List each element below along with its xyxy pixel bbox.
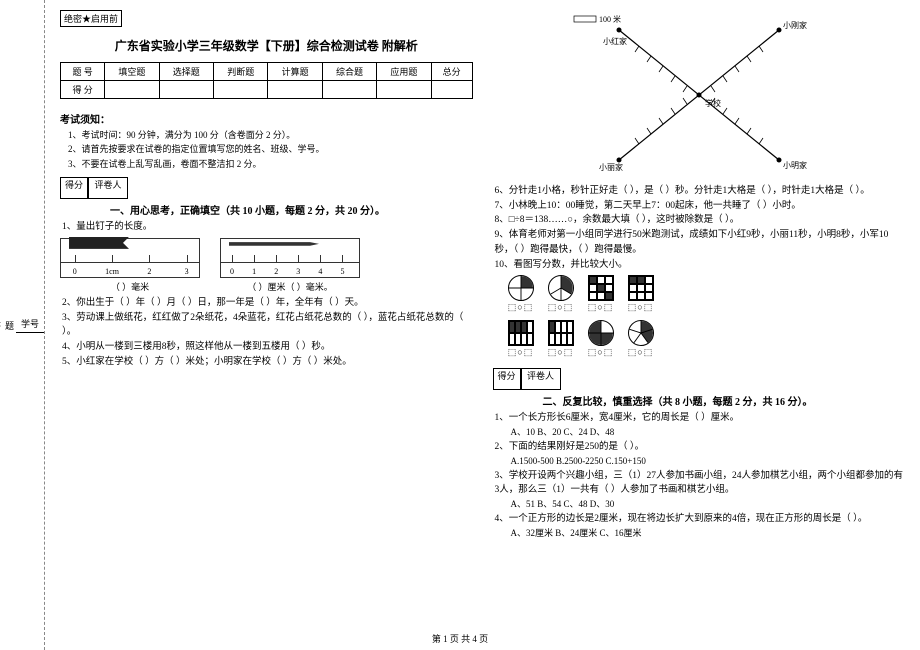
ruler2-label: （ ）厘米（ ）毫米。 (220, 280, 360, 293)
left-column: 绝密★启用前 广东省实验小学三年级数学【下册】综合检测试卷 附解析 题 号 填空… (60, 10, 473, 645)
s2q4: 4、一个正方形的边长是2厘米，现在将边长扩大到原来的4倍，现在正方形的周长是（ … (495, 512, 906, 527)
direction-diagram: 100 米 小红家 小刚家 学校 小丽家 小明家 (569, 10, 829, 180)
dash-da: 答 (0, 321, 3, 330)
score-cell: 得分 (60, 177, 88, 199)
section-score-box: 得分 评卷人 (60, 177, 473, 199)
page-footer: 第 1 页 共 4 页 (0, 632, 920, 645)
fraction-shapes-row1 (508, 275, 906, 301)
ruler-1: 0 1cm 2 3 (60, 238, 200, 278)
square-4 (548, 320, 574, 346)
th-judge: 判断题 (214, 63, 268, 81)
th-choice: 选择题 (159, 63, 213, 81)
right-column: 100 米 小红家 小刚家 学校 小丽家 小明家 (493, 10, 906, 645)
s2q1: 1、一个长方形长6厘米，宽4厘米，它的周长是（ ）厘米。 (495, 411, 906, 426)
th-num: 题 号 (61, 63, 105, 81)
label-xiaogang: 小刚家 (783, 20, 807, 30)
grader-cell: 评卷人 (88, 177, 128, 199)
th-total: 总分 (431, 63, 472, 81)
fraction-shapes-row2 (508, 320, 906, 346)
section2-score-box: 得分 评卷人 (493, 368, 906, 390)
s2q2-opts: A.1500-500 B.2500-2250 C.150+150 (511, 455, 906, 469)
binding-margin: 学号 题 答 姓名 准 班级 不 内 学校 线 封 乡镇(街道) 密 (0, 0, 45, 650)
th-fill: 填空题 (105, 63, 159, 81)
s2q2: 2、下面的结果刚好是250的是（ ）。 (495, 440, 906, 455)
ruler1-label: （ ）毫米 (60, 280, 200, 293)
q1: 1、量出钉子的长度。 (62, 220, 473, 235)
label-school: 学校 (705, 98, 721, 108)
q5: 5、小红家在学校（ ）方（ ）米处；小明家在学校（ ）方（ ）米处。 (62, 355, 473, 370)
q9: 9、体育老师对第一小组同学进行50米跑测试，成绩如下小红9秒，小丽11秒，小明8… (495, 228, 906, 257)
scale-label: 100 米 (599, 14, 621, 24)
secret-tag: 绝密★启用前 (60, 10, 122, 27)
s2q1-opts: A、10 B、20 C、24 D、48 (511, 426, 906, 440)
th-calc: 计算题 (268, 63, 322, 81)
label-xiaoming: 小明家 (783, 160, 807, 170)
label-xiaohong: 小红家 (603, 36, 627, 46)
q7: 7、小林晚上10：00睡觉，第二天早上7：00起床，他一共睡了（ ）小时。 (495, 199, 906, 214)
td-score: 得 分 (61, 81, 105, 99)
ruler-2: 0 1 2 3 4 5 (220, 238, 360, 278)
notice-2: 2、请首先按要求在试卷的指定位置填写您的姓名、班级、学号。 (68, 142, 473, 156)
score-summary-table: 题 号 填空题 选择题 判断题 计算题 综合题 应用题 总分 得 分 (60, 62, 473, 99)
q4: 4、小明从一楼到三楼用8秒，照这样他从一楼到五楼用（ ）秒。 (62, 340, 473, 355)
label-xiaoli: 小丽家 (599, 162, 623, 172)
s2q4-opts: A、32厘米 B、24厘米 C、16厘米 (511, 527, 906, 541)
notice-1: 1、考试时间：90 分钟，满分为 100 分（含卷面分 2 分）。 (68, 128, 473, 142)
q6: 6、分针走1小格，秒针正好走（ ），是（ ）秒。分针走1大格是（ ），时针走1大… (495, 184, 906, 199)
s2q3: 3、学校开设两个兴趣小组，三（1）27人参加书画小组，24人参加棋艺小组，两个小… (495, 469, 906, 498)
th-comp: 综合题 (322, 63, 376, 81)
page-main: 绝密★启用前 广东省实验小学三年级数学【下册】综合检测试卷 附解析 题 号 填空… (45, 0, 920, 650)
circle-2 (548, 275, 574, 301)
q2: 2、你出生于（ ）年（ ）月（ ）日，那一年是（ ）年，全年有（ ）天。 (62, 296, 473, 311)
q10: 10、看图写分数，并比较大小。 (495, 258, 906, 273)
q8: 8、□÷8＝138……○，余数最大填（ ），这时被除数是（ ）。 (495, 213, 906, 228)
notice-heading: 考试须知： (60, 111, 473, 126)
section2-title: 二、反复比较，慎重选择（共 8 小题，每题 2 分，共 16 分）。 (543, 393, 906, 408)
exam-title: 广东省实验小学三年级数学【下册】综合检测试卷 附解析 (60, 37, 473, 54)
nail-icon (229, 241, 319, 247)
blank-row2: ⬚○⬚⬚○⬚⬚○⬚⬚○⬚ (508, 347, 906, 358)
flag-icon (69, 237, 129, 249)
circle-3 (588, 320, 614, 346)
blank-row1: ⬚○⬚⬚○⬚⬚○⬚⬚○⬚ (508, 302, 906, 313)
section1-title: 一、用心思考，正确填空（共 10 小题，每题 2 分，共 20 分）。 (110, 202, 473, 217)
circle-4 (628, 320, 654, 346)
square-2 (628, 275, 654, 301)
ruler-figures: 0 1cm 2 3 （ ）毫米 0 (60, 238, 473, 293)
th-app: 应用题 (377, 63, 431, 81)
notice-3: 3、不要在试卷上乱写乱画，卷面不整洁扣 2 分。 (68, 157, 473, 171)
s2q3-opts: A、51 B、54 C、48 D、30 (511, 498, 906, 512)
xuehao-label: 学号 (21, 317, 39, 330)
dash-ti: 题 (3, 321, 16, 330)
circle-1 (508, 275, 534, 301)
q3: 3、劳动课上做纸花，红红做了2朵纸花，4朵蓝花，红花占纸花总数的（ ），蓝花占纸… (62, 311, 473, 340)
square-1 (588, 275, 614, 301)
square-3 (508, 320, 534, 346)
